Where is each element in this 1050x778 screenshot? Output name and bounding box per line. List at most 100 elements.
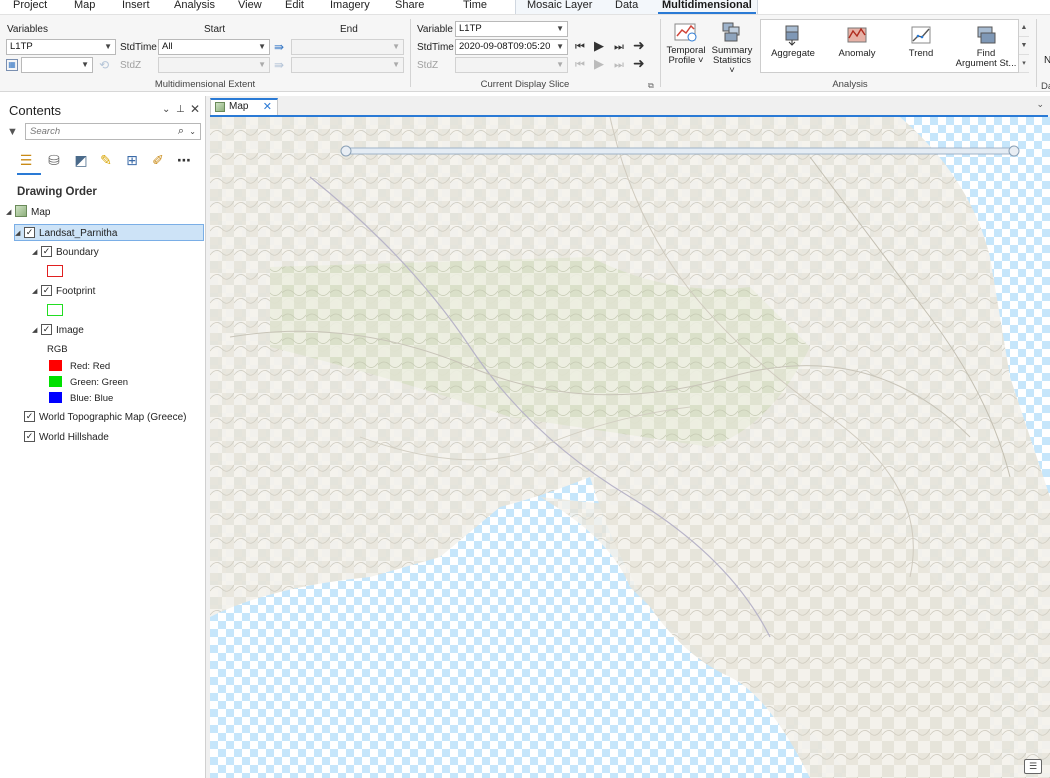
notification-icon[interactable]: ☰ <box>1024 759 1042 774</box>
legend-blue[interactable]: Blue: Blue <box>49 392 113 407</box>
step-forward-arrow-icon[interactable]: ➜ <box>633 38 645 52</box>
temporal-profile-button[interactable]: Temporal Profile ˅ <box>665 21 707 66</box>
expand-triangle-icon[interactable]: ◢ <box>6 204 15 221</box>
tab-map[interactable]: Map <box>74 0 95 14</box>
search-placeholder: Search <box>30 126 61 137</box>
chevron-up-icon[interactable]: ▲ <box>1019 19 1029 37</box>
slice-variable-value: L1TP <box>459 23 482 34</box>
legend-green[interactable]: Green: Green <box>49 376 128 391</box>
list-by-drawing-order-icon[interactable]: ☰ <box>17 151 35 169</box>
boundary-symbol-swatch[interactable] <box>47 265 63 277</box>
sync-arrow-icon[interactable]: ⇛ <box>274 41 284 53</box>
dimension-dropdown[interactable]: ▼ <box>21 57 93 73</box>
variables-value: L1TP <box>10 41 33 52</box>
start-stdz-dropdown[interactable]: ▼ <box>158 57 270 73</box>
tree-item-world-topographic[interactable]: ✓ World Topographic Map (Greece) <box>24 409 186 426</box>
map-icon <box>15 205 27 218</box>
chevron-down-icon: ▼ <box>556 60 564 69</box>
aggregate-button[interactable]: Aggregate <box>765 24 821 59</box>
tree-item-world-hillshade[interactable]: ✓ World Hillshade <box>24 429 109 446</box>
slice-stdz-label: StdZ <box>417 60 439 71</box>
search-input[interactable]: Search ⌕ ⌄ <box>25 123 201 140</box>
slice-variable-dropdown[interactable]: L1TP ▼ <box>455 21 568 37</box>
cut-off-group-label: Da <box>1041 81 1050 92</box>
find-argument-statistics-button[interactable]: Find Argument St... <box>953 24 1019 69</box>
dialog-launcher-icon[interactable]: ⧉ <box>648 81 654 91</box>
list-by-data-source-icon[interactable]: ⛁ <box>45 151 63 169</box>
anomaly-button[interactable]: Anomaly <box>829 24 885 59</box>
chevron-down-icon[interactable]: ⌄ <box>1036 99 1044 110</box>
gallery-scroll[interactable]: ▲ ▼ ▾ <box>1018 19 1029 73</box>
variables-label: Variables <box>7 24 48 35</box>
tab-edit[interactable]: Edit <box>285 0 304 14</box>
first-slice-icon[interactable]: ⏮ <box>575 41 585 53</box>
topo-visibility-checkbox[interactable]: ✓ <box>24 410 35 422</box>
tree-item-landsat-parnitha[interactable]: ◢ ✓ Landsat_Parnitha <box>14 224 204 241</box>
expand-triangle-icon[interactable]: ◢ <box>32 283 41 300</box>
pin-icon[interactable]: ⊥ <box>176 104 185 115</box>
summary-statistics-button[interactable]: Summary Statistics ˅ <box>709 21 755 76</box>
tree-item-boundary[interactable]: ◢ ✓ Boundary <box>32 244 99 261</box>
list-by-labeling-icon[interactable]: ✐ <box>149 151 167 169</box>
search-icon[interactable]: ⌕ <box>178 124 184 139</box>
summary-statistics-label-2: Statistics ˅ <box>712 55 751 76</box>
list-by-snapping-icon[interactable]: ⊞ <box>123 151 141 169</box>
tree-item-footprint[interactable]: ◢ ✓ Footprint <box>32 283 95 300</box>
gallery-expand-icon[interactable]: ▾ <box>1019 55 1029 73</box>
tab-time[interactable]: Time <box>463 0 487 14</box>
sync-arrow-icon[interactable]: ⇛ <box>274 59 284 71</box>
footprint-visibility-checkbox[interactable]: ✓ <box>41 284 52 296</box>
start-stdtime-value: All <box>162 41 173 52</box>
tree-label-boundary: Boundary <box>56 247 99 258</box>
map-canvas[interactable]: ☰ <box>210 117 1050 778</box>
next-slice-disabled-icon[interactable]: ⏭ <box>614 59 624 71</box>
legend-red[interactable]: Red: Red <box>49 360 110 375</box>
step-forward-arrow-icon[interactable]: ➜ <box>633 56 645 70</box>
first-slice-disabled-icon[interactable]: ⏮ <box>575 59 585 71</box>
tab-analysis[interactable]: Analysis <box>174 0 215 14</box>
play-icon[interactable]: ▶ <box>594 39 604 52</box>
tab-mosaic-layer[interactable]: Mosaic Layer <box>527 0 592 14</box>
drawing-order-heading: Drawing Order <box>17 186 97 198</box>
tree-item-image[interactable]: ◢ ✓ Image <box>32 322 84 339</box>
play-disabled-icon[interactable]: ▶ <box>594 57 604 70</box>
slice-stdz-dropdown[interactable]: ▼ <box>455 57 568 73</box>
layer-visibility-checkbox[interactable]: ✓ <box>24 226 35 238</box>
expand-triangle-icon[interactable]: ◢ <box>32 322 41 339</box>
map-icon <box>215 102 225 112</box>
slice-stdtime-dropdown[interactable]: 2020-09-08T09:05:20 ▼ <box>455 39 568 55</box>
more-options-icon[interactable]: ⋯ <box>175 151 193 169</box>
chevron-down-icon[interactable]: ⌄ <box>189 124 196 139</box>
image-visibility-checkbox[interactable]: ✓ <box>41 323 52 335</box>
chevron-down-icon[interactable]: ⌄ <box>162 104 170 115</box>
trend-button[interactable]: Trend <box>893 24 949 59</box>
tab-multidimensional[interactable]: Multidimensional <box>658 0 756 14</box>
tree-item-map[interactable]: ◢ Map <box>6 204 50 221</box>
end-stdtime-dropdown[interactable]: ▼ <box>291 39 404 55</box>
cut-off-button-label[interactable]: N <box>1044 55 1050 66</box>
tab-data[interactable]: Data <box>615 0 638 14</box>
tab-share[interactable]: Share <box>395 0 424 14</box>
list-by-editing-icon[interactable]: ✎ <box>97 151 115 169</box>
refresh-icon[interactable]: ⟲ <box>99 59 109 71</box>
close-icon[interactable]: ✕ <box>190 102 200 116</box>
list-by-selection-icon[interactable]: ◩ <box>72 151 90 169</box>
map-view-tab[interactable]: Map ✕ <box>210 98 278 115</box>
tab-insert[interactable]: Insert <box>122 0 150 14</box>
close-icon[interactable]: ✕ <box>263 100 272 114</box>
end-stdz-dropdown[interactable]: ▼ <box>291 57 404 73</box>
hillshade-visibility-checkbox[interactable]: ✓ <box>24 430 35 442</box>
footprint-symbol-swatch[interactable] <box>47 304 63 316</box>
next-slice-icon[interactable]: ⏭ <box>614 41 624 53</box>
chevron-down-icon[interactable]: ▼ <box>1019 37 1029 55</box>
expand-triangle-icon[interactable]: ◢ <box>32 244 41 261</box>
filter-icon[interactable]: ▼ <box>7 126 18 138</box>
start-stdtime-dropdown[interactable]: All ▼ <box>158 39 270 55</box>
expand-triangle-icon[interactable]: ◢ <box>15 225 24 242</box>
tab-project[interactable]: Project <box>13 0 47 14</box>
boundary-visibility-checkbox[interactable]: ✓ <box>41 245 52 257</box>
tab-imagery[interactable]: Imagery <box>330 0 370 14</box>
tab-view[interactable]: View <box>238 0 262 14</box>
dimension-icon[interactable]: ▦ <box>6 59 18 71</box>
variables-dropdown[interactable]: L1TP ▼ <box>6 39 116 55</box>
